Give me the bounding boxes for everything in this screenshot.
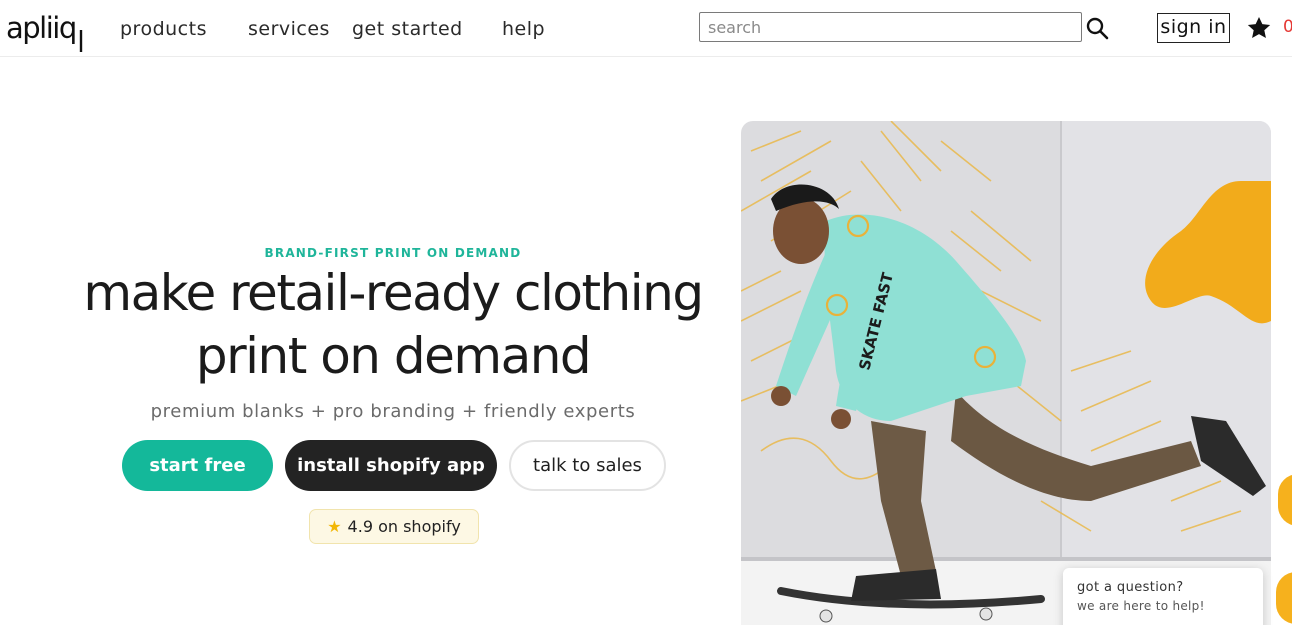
logo-text: apliiq bbox=[6, 11, 76, 45]
side-tab-lower[interactable] bbox=[1276, 572, 1292, 624]
apliiq-logo[interactable]: apliiq bbox=[6, 8, 86, 52]
headline-line-1: make retail-ready clothing bbox=[83, 264, 704, 322]
chat-subtitle: we are here to help! bbox=[1077, 599, 1205, 613]
hero-image: SKATE FAST bbox=[741, 121, 1271, 625]
start-free-button[interactable]: start free bbox=[122, 440, 273, 491]
rating-text: 4.9 on shopify bbox=[347, 517, 461, 536]
site-header: apliiq products services get started hel… bbox=[0, 0, 1292, 57]
shopify-rating-badge: ★ 4.9 on shopify bbox=[309, 509, 479, 544]
hero-headline: make retail-ready clothing print on dema… bbox=[40, 262, 746, 388]
hero-subline: premium blanks + pro branding + friendly… bbox=[150, 401, 636, 422]
star-icon[interactable] bbox=[1246, 15, 1272, 41]
chat-title: got a question? bbox=[1077, 580, 1184, 595]
chat-widget[interactable]: got a question? we are here to help! bbox=[1063, 568, 1263, 625]
nav-products[interactable]: products bbox=[120, 18, 207, 40]
nav-help[interactable]: help bbox=[502, 18, 545, 40]
hero-eyebrow: BRAND-FIRST PRINT ON DEMAND bbox=[264, 246, 522, 260]
nav-get-started[interactable]: get started bbox=[352, 18, 463, 40]
search-icon[interactable] bbox=[1085, 16, 1109, 40]
headline-line-2: print on demand bbox=[195, 327, 592, 385]
install-shopify-app-button[interactable]: install shopify app bbox=[285, 440, 497, 491]
skateboarder-illustration: SKATE FAST bbox=[741, 121, 1271, 625]
rating-star-icon: ★ bbox=[327, 517, 342, 536]
cart-count[interactable]: 0 bbox=[1283, 17, 1292, 37]
side-tab-upper[interactable] bbox=[1278, 474, 1292, 526]
search-input[interactable] bbox=[699, 12, 1082, 42]
sign-in-button[interactable]: sign in bbox=[1157, 13, 1230, 43]
nav-services[interactable]: services bbox=[248, 18, 330, 40]
talk-to-sales-button[interactable]: talk to sales bbox=[509, 440, 666, 491]
